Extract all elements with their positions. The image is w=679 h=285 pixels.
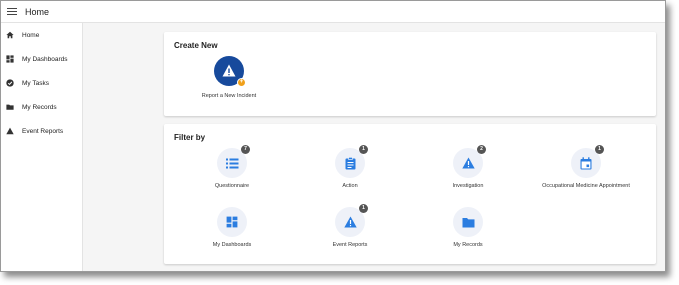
- count-badge: 2: [477, 145, 486, 154]
- tile-label: My Records: [453, 242, 483, 248]
- warning-icon: [222, 64, 236, 77]
- sidebar-item-label: My Tasks: [22, 79, 49, 87]
- count-badge: 1: [595, 145, 604, 154]
- tile-icon-circle: [217, 207, 247, 237]
- tile-icon-circle: 1: [335, 145, 368, 178]
- filter-by-title: Filter by: [174, 133, 206, 142]
- tile-label: Occupational Medicine Appointment: [542, 183, 630, 189]
- sidebar-item-my-records[interactable]: My Records: [1, 95, 82, 119]
- sidebar-item-label: Event Reports: [22, 127, 64, 135]
- filter-tile-questionnaire[interactable]: 7 Questionnaire: [172, 145, 292, 204]
- main-content: Create New + Report a New Incident Filte…: [83, 23, 665, 271]
- create-new-title: Create New: [174, 41, 218, 50]
- filter-by-card: Filter by 7 Questionnaire 1 Action 2 Inv…: [164, 124, 656, 264]
- add-badge-icon: +: [237, 78, 246, 87]
- warning-icon: [461, 157, 475, 169]
- sidebar-item-my-tasks[interactable]: My Tasks: [1, 71, 82, 95]
- sidebar-item-label: My Dashboards: [22, 55, 68, 63]
- calendar-icon: [580, 156, 592, 169]
- report-incident-label: Report a New Incident: [201, 93, 257, 99]
- filter-tile-investigation[interactable]: 2 Investigation: [408, 145, 528, 204]
- app-window: Home Home My Dashboards My Tasks My Reco…: [0, 0, 666, 272]
- tile-label: Action: [342, 183, 358, 189]
- tile-icon-circle: [453, 207, 483, 237]
- page-title: Home: [25, 6, 50, 17]
- tile-label: Event Reports: [332, 242, 368, 248]
- count-badge: 7: [241, 145, 250, 154]
- sidebar-item-home[interactable]: Home: [1, 23, 82, 47]
- filter-tile-my-records[interactable]: My Records: [408, 207, 528, 263]
- tile-icon-circle: 1: [571, 145, 604, 178]
- top-app-bar: Home: [1, 1, 665, 23]
- menu-icon[interactable]: [7, 7, 17, 16]
- folder-icon: [6, 103, 14, 111]
- check-circle-icon: [6, 79, 14, 87]
- filter-tile-action[interactable]: 1 Action: [290, 145, 410, 204]
- create-new-card: Create New + Report a New Incident: [164, 32, 656, 116]
- sidebar-item-event-reports[interactable]: Event Reports: [1, 119, 82, 143]
- list-icon: [225, 158, 238, 168]
- sidebar: Home My Dashboards My Tasks My Records E…: [1, 23, 83, 271]
- tile-icon-circle: 2: [453, 145, 486, 178]
- dashboard-icon: [226, 216, 238, 228]
- home-icon: [6, 31, 14, 39]
- tile-icon-circle: 7: [217, 145, 250, 178]
- tile-label: Investigation: [452, 183, 484, 189]
- sidebar-item-my-dashboards[interactable]: My Dashboards: [1, 47, 82, 71]
- filter-tile-my-dashboards[interactable]: My Dashboards: [172, 207, 292, 263]
- folder-icon: [462, 217, 474, 227]
- sidebar-item-label: My Records: [22, 103, 57, 111]
- clipboard-icon: [345, 156, 355, 169]
- warning-icon: [343, 216, 357, 228]
- sidebar-item-label: Home: [22, 31, 40, 39]
- count-badge: 1: [359, 204, 368, 213]
- warning-icon: [6, 127, 14, 135]
- filter-tile-event-reports[interactable]: 1 Event Reports: [290, 204, 410, 263]
- tile-label: Questionnaire: [214, 183, 250, 189]
- filter-tile-occupational-medicine-appointment[interactable]: 1 Occupational Medicine Appointment: [526, 145, 646, 204]
- count-badge: 1: [359, 145, 368, 154]
- tile-label: My Dashboards: [212, 242, 252, 248]
- report-incident-button[interactable]: +: [214, 56, 246, 87]
- tile-icon-circle: 1: [335, 204, 368, 237]
- dashboard-icon: [6, 55, 14, 63]
